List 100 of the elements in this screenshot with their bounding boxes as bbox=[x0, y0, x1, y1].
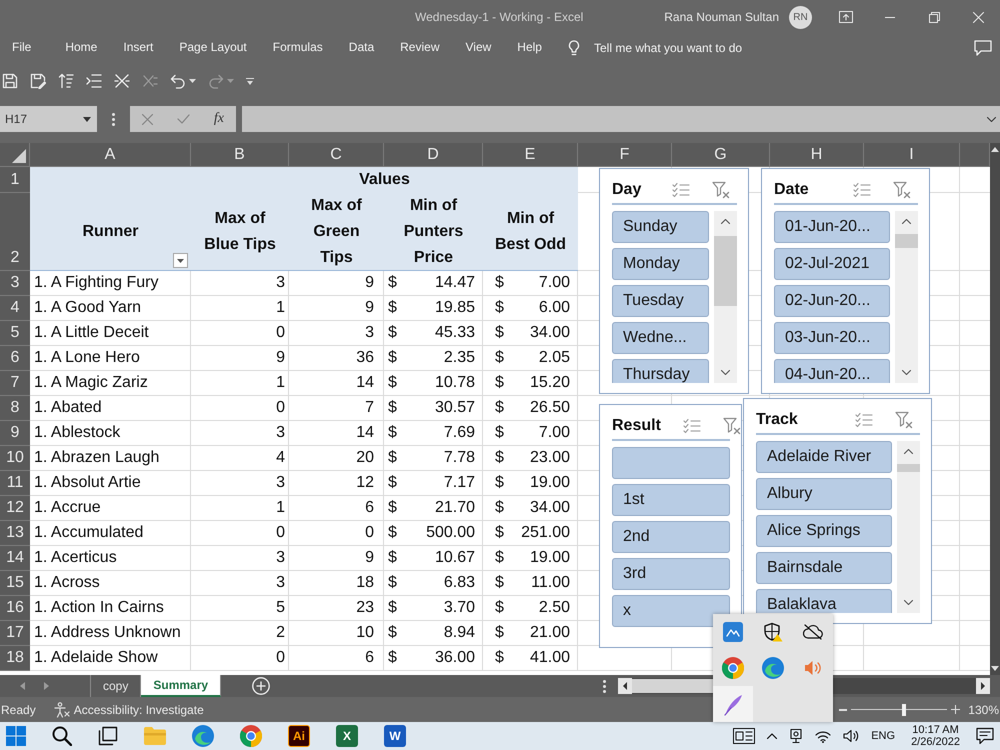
caret-down-icon[interactable] bbox=[83, 116, 91, 122]
chevron-down-icon[interactable] bbox=[721, 370, 730, 375]
taskbar-app[interactable]: Ai bbox=[288, 725, 310, 747]
column-header[interactable]: F bbox=[578, 143, 672, 167]
cloud-off-icon[interactable] bbox=[803, 624, 823, 640]
slicer-item[interactable]: Thursday bbox=[612, 359, 709, 383]
cross-branch-icon[interactable] bbox=[114, 73, 130, 89]
caret-bar-icon[interactable] bbox=[246, 78, 254, 84]
row-header[interactable]: 15 bbox=[0, 571, 30, 596]
ribbon-tab[interactable]: View bbox=[466, 38, 492, 58]
caret-left-icon[interactable] bbox=[618, 678, 632, 694]
add-sheet-icon[interactable] bbox=[252, 677, 270, 695]
chevron-down-icon[interactable] bbox=[902, 370, 911, 375]
select-all-icon[interactable] bbox=[12, 149, 26, 163]
minimize-icon[interactable] bbox=[885, 16, 895, 18]
scrollbar-track[interactable] bbox=[897, 441, 920, 613]
filter-dropdown-icon[interactable] bbox=[173, 253, 188, 268]
row-header[interactable]: 1 bbox=[0, 167, 30, 193]
row-header[interactable]: 2 bbox=[0, 193, 30, 271]
funnel-clear-icon[interactable] bbox=[722, 417, 741, 435]
checklist-icon[interactable] bbox=[855, 412, 873, 428]
checklist-icon[interactable] bbox=[853, 182, 871, 198]
user-name[interactable]: Rana Nouman Sultan bbox=[664, 10, 779, 24]
vertical-dots-icon[interactable] bbox=[112, 112, 115, 126]
slicer-item[interactable]: Alice Springs bbox=[756, 515, 892, 547]
caret-icon[interactable] bbox=[189, 79, 196, 83]
accessibility-button[interactable]: Accessibility: Investigate bbox=[54, 702, 204, 718]
column-header[interactable]: H bbox=[770, 143, 864, 167]
speaker-icon[interactable] bbox=[843, 729, 860, 743]
slicer-item[interactable]: Wedne... bbox=[612, 322, 709, 354]
slicer-item[interactable]: 02-Jun-20... bbox=[774, 285, 890, 317]
row-header[interactable]: 9 bbox=[0, 421, 30, 446]
wifi-icon[interactable] bbox=[815, 730, 832, 742]
ribbon-tab[interactable]: Formulas bbox=[272, 38, 323, 58]
taskbar-app[interactable]: X bbox=[336, 725, 358, 747]
insert-function-button[interactable]: fx bbox=[214, 111, 224, 127]
scroll-thumb[interactable] bbox=[895, 234, 918, 248]
search-icon[interactable] bbox=[52, 726, 72, 746]
browser-wave-icon[interactable] bbox=[762, 657, 784, 679]
slicer-item[interactable]: Tuesday bbox=[612, 285, 709, 317]
restore-icon[interactable] bbox=[928, 12, 940, 22]
scroll-thumb[interactable] bbox=[714, 236, 737, 306]
row-header[interactable]: 16 bbox=[0, 596, 30, 621]
floppy-pencil-icon[interactable] bbox=[30, 73, 46, 89]
slicer-item[interactable]: 02-Jul-2021 bbox=[774, 248, 890, 280]
sheet-tab[interactable]: Summary bbox=[141, 675, 222, 697]
scrollbar-track[interactable] bbox=[714, 211, 737, 383]
column-header[interactable]: G bbox=[672, 143, 770, 167]
row-header[interactable]: 8 bbox=[0, 396, 30, 421]
row-header[interactable]: 7 bbox=[0, 371, 30, 396]
ribbon-tab[interactable]: Page Layout bbox=[179, 38, 247, 58]
row-header[interactable]: 14 bbox=[0, 546, 30, 571]
slicer-item[interactable]: 03-Jun-20... bbox=[774, 322, 890, 354]
slider-thumb[interactable] bbox=[902, 704, 906, 716]
stacked-windows-icon[interactable] bbox=[98, 726, 118, 746]
row-header[interactable]: 11 bbox=[0, 471, 30, 496]
slicer-item[interactable]: 3rd bbox=[612, 558, 730, 590]
ribbon-tab[interactable]: Review bbox=[400, 38, 440, 58]
ribbon-tab[interactable]: Home bbox=[65, 38, 98, 58]
column-header[interactable]: B bbox=[191, 143, 289, 167]
ribbon-tab[interactable]: Help bbox=[517, 38, 542, 58]
start-icon[interactable] bbox=[6, 726, 26, 746]
formula-field[interactable] bbox=[242, 106, 1000, 132]
row-header[interactable]: 10 bbox=[0, 446, 30, 471]
ribbon-tab[interactable]: Insert bbox=[123, 38, 154, 58]
clock-date[interactable]: 2/26/2022 bbox=[911, 736, 960, 748]
scrollbar-track[interactable] bbox=[990, 143, 1000, 675]
plus-icon[interactable] bbox=[951, 705, 960, 714]
save-icon[interactable] bbox=[2, 73, 18, 89]
slicer-item[interactable]: Balaklava bbox=[756, 589, 892, 613]
chevron-down-icon[interactable] bbox=[987, 116, 996, 122]
chevron-down-icon[interactable] bbox=[904, 600, 913, 605]
shield-warning-icon[interactable] bbox=[763, 622, 783, 642]
notification-icon[interactable] bbox=[976, 727, 994, 745]
slicer-item[interactable]: Monday bbox=[612, 248, 709, 280]
caret-up-icon[interactable] bbox=[991, 147, 999, 152]
browser-icon[interactable] bbox=[240, 725, 262, 747]
name-box[interactable]: H17 bbox=[0, 106, 97, 132]
vertical-dots-icon[interactable] bbox=[603, 680, 606, 692]
chevron-up-icon[interactable] bbox=[902, 219, 911, 224]
column-header[interactable]: C bbox=[289, 143, 384, 167]
taskbar-app[interactable]: W bbox=[384, 725, 406, 747]
slicer-item[interactable]: 2nd bbox=[612, 521, 730, 553]
column-header[interactable]: I bbox=[864, 143, 960, 167]
chevron-up-icon[interactable] bbox=[721, 219, 730, 224]
close-icon[interactable] bbox=[972, 12, 984, 22]
slicer-item[interactable]: Sunday bbox=[612, 211, 709, 243]
language-indicator[interactable]: ENG bbox=[871, 730, 896, 742]
slicer-item[interactable]: x bbox=[612, 595, 730, 627]
row-header[interactable]: 5 bbox=[0, 321, 30, 346]
newspaper-icon[interactable] bbox=[733, 728, 756, 744]
checklist-icon[interactable] bbox=[672, 182, 690, 198]
ribbon-tab[interactable]: Data bbox=[348, 38, 374, 58]
slicer-item[interactable]: Albury bbox=[756, 478, 892, 510]
webcam-icon[interactable] bbox=[789, 728, 804, 744]
slicer-item[interactable]: 01-Jun-20... bbox=[774, 211, 890, 243]
caret-down-icon[interactable] bbox=[991, 666, 999, 671]
slicer-item[interactable]: Bairnsdale bbox=[756, 552, 892, 584]
column-header[interactable]: E bbox=[483, 143, 578, 167]
tell-me-search[interactable]: Tell me what you want to do bbox=[568, 40, 742, 56]
